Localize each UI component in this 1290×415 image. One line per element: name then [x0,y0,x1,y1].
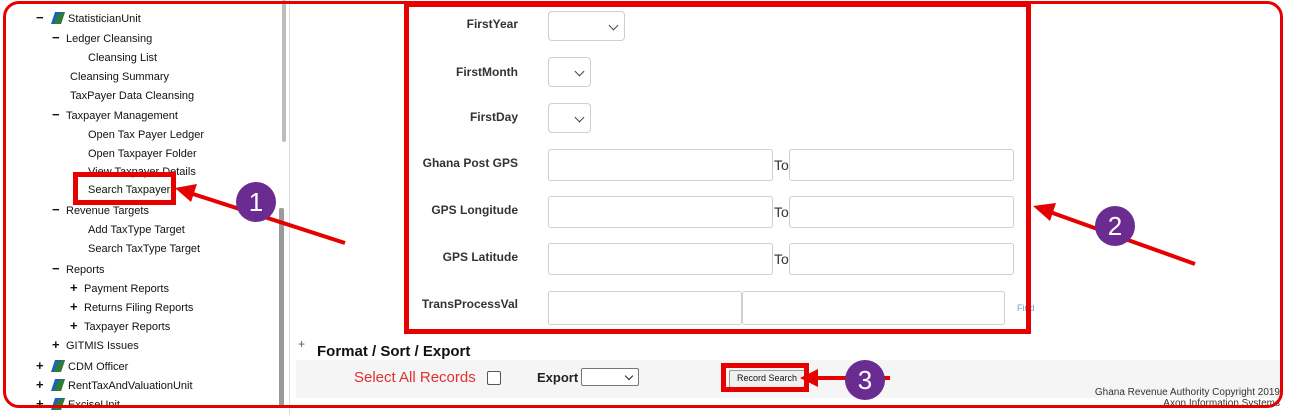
annotation-arrows [175,184,1196,387]
step-badge-2: 2 [1095,206,1135,246]
arrow-1-head [175,184,197,202]
arrow-2-head [1033,203,1056,221]
arrow-3-head [800,369,818,387]
step-badge-1: 1 [236,182,276,222]
step-badge-3: 3 [845,360,885,400]
